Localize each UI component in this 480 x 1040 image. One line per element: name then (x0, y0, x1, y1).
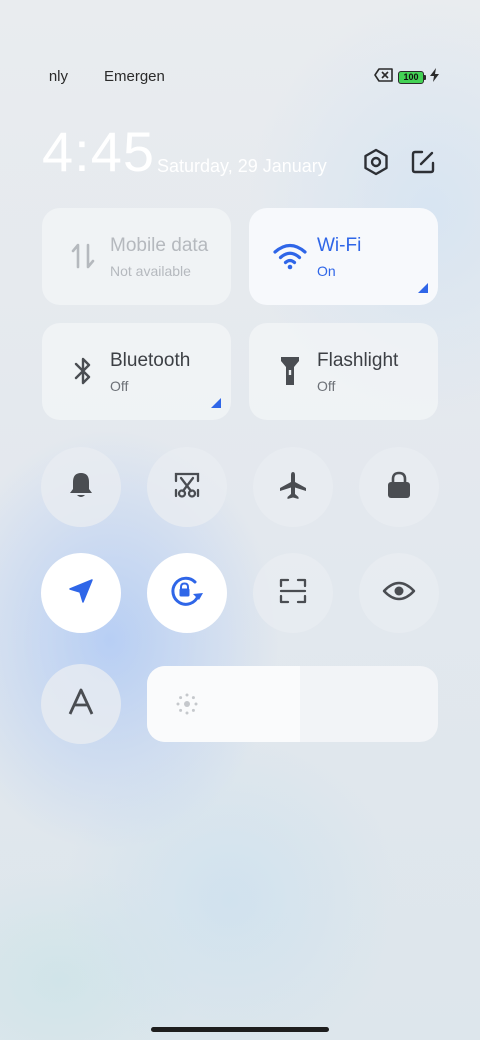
eye-icon (382, 579, 416, 608)
bluetooth-status: Off (110, 378, 129, 394)
brightness-slider[interactable] (147, 666, 438, 742)
emergency-calls-label: Emergen (104, 68, 165, 85)
letter-a-icon (67, 688, 95, 721)
mobile-data-icon (66, 239, 100, 273)
charging-icon (430, 68, 439, 86)
flashlight-tile[interactable]: Flashlight Off (249, 323, 438, 420)
screenshot-toggle[interactable] (147, 447, 227, 527)
flashlight-icon (273, 354, 307, 388)
lock-icon (386, 470, 412, 505)
brightness-level-fill (147, 666, 300, 742)
sim-missing-icon (374, 67, 394, 87)
wifi-icon (273, 239, 307, 273)
status-bar: nly Emergen 100 (0, 66, 480, 88)
bluetooth-expand-indicator[interactable] (211, 398, 221, 408)
bluetooth-icon (66, 354, 100, 388)
bluetooth-title: Bluetooth (110, 350, 191, 371)
airplane-mode-toggle[interactable] (253, 447, 333, 527)
flashlight-status: Off (317, 378, 336, 394)
edit-icon (410, 149, 436, 180)
date-label: Saturday, 29 January (157, 156, 327, 176)
home-indicator[interactable] (151, 1027, 329, 1032)
location-arrow-icon (67, 577, 95, 610)
wifi-status: On (317, 263, 336, 279)
location-toggle[interactable] (41, 553, 121, 633)
reading-mode-toggle[interactable] (359, 553, 439, 633)
battery-icon: 100 (398, 70, 426, 84)
settings-button[interactable] (360, 148, 392, 180)
battery-level: 100 (398, 70, 424, 84)
mobile-data-tile[interactable]: Mobile data Not available (42, 208, 231, 305)
lock-screen-toggle[interactable] (359, 447, 439, 527)
brightness-icon (175, 692, 199, 716)
airplane-icon (278, 470, 308, 505)
wifi-expand-indicator[interactable] (418, 283, 428, 293)
clock: 4:45 (42, 120, 155, 183)
edit-button[interactable] (407, 148, 439, 180)
flashlight-title: Flashlight (317, 350, 399, 371)
scissors-icon (172, 470, 202, 505)
scan-icon (278, 577, 308, 610)
settings-hex-icon (363, 148, 389, 181)
scanner-toggle[interactable] (253, 553, 333, 633)
wifi-tile[interactable]: Wi-Fi On (249, 208, 438, 305)
ringer-toggle[interactable] (41, 447, 121, 527)
mobile-data-title: Mobile data (110, 235, 209, 256)
rotation-lock-toggle[interactable] (147, 553, 227, 633)
rotation-lock-icon (169, 574, 205, 613)
bluetooth-tile[interactable]: Bluetooth Off (42, 323, 231, 420)
font-size-toggle[interactable] (41, 664, 121, 744)
carrier-label: nly (48, 68, 68, 85)
bell-icon (67, 470, 95, 505)
wifi-title: Wi-Fi (317, 235, 362, 256)
mobile-data-status: Not available (110, 263, 191, 279)
